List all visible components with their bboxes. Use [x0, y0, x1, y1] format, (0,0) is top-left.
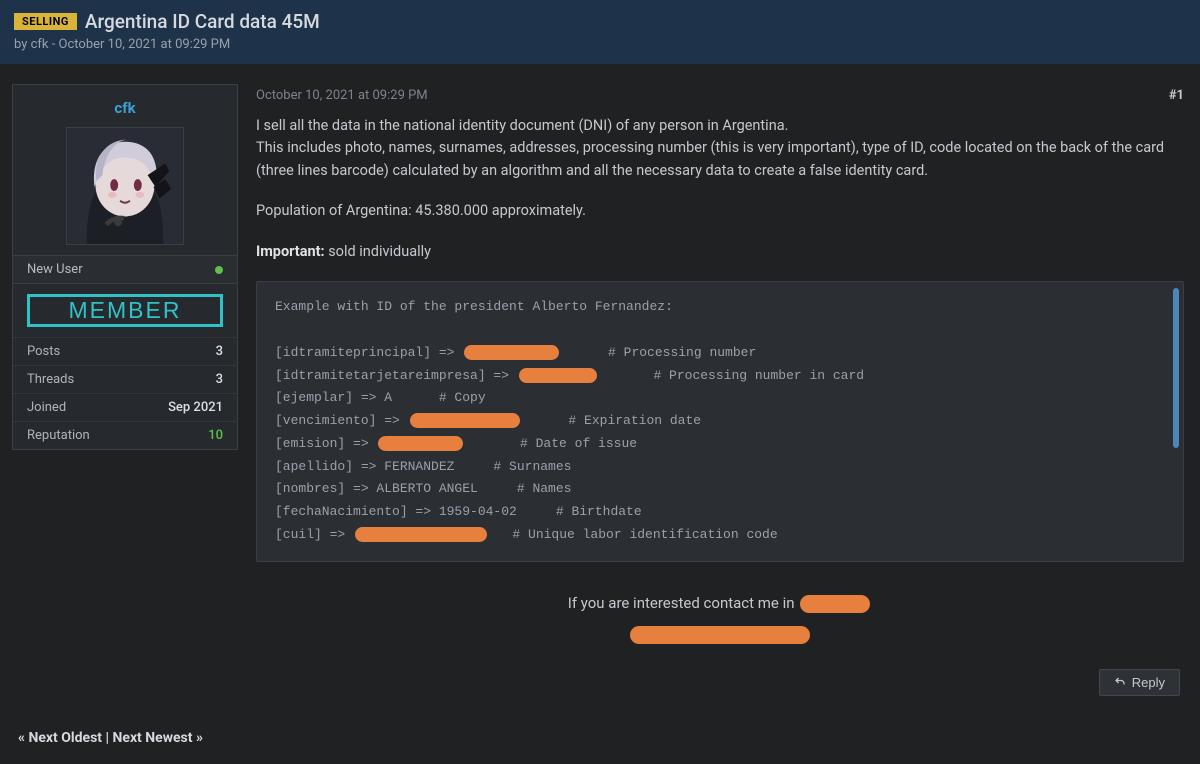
- stat-joined: Joined Sep 2021: [13, 393, 237, 421]
- user-card: cfk: [12, 84, 238, 450]
- redacted-value: [464, 345, 559, 360]
- stat-value: Sep 2021: [168, 400, 223, 415]
- raquo-icon: »: [193, 730, 203, 746]
- code-line: [fechaNacimiento] => 1959-04-02 # Birthd…: [275, 504, 642, 519]
- contact-line: If you are interested contact me in: [256, 588, 1184, 651]
- member-badge: MEMBER: [27, 294, 223, 327]
- code-comment: # Unique labor identification code: [489, 527, 778, 542]
- code-line: [cuil] =>: [275, 527, 353, 542]
- code-line: [nombres] => ALBERTO ANGEL # Names: [275, 481, 571, 496]
- post-line: This includes photo, names, surnames, ad…: [256, 139, 1164, 178]
- code-line: [idtramitetarjetareimpresa] =>: [275, 368, 517, 383]
- code-line: [apellido] => FERNANDEZ # Surnames: [275, 459, 571, 474]
- username-link[interactable]: cfk: [13, 85, 237, 127]
- thread-title: Argentina ID Card data 45M: [85, 10, 320, 33]
- next-oldest-link[interactable]: Next Oldest: [28, 730, 102, 746]
- stat-threads: Threads 3: [13, 365, 237, 393]
- contact-text: If you are interested contact me in: [568, 594, 799, 612]
- code-comment: # Expiration date: [522, 413, 701, 428]
- post-body: I sell all the data in the national iden…: [252, 115, 1188, 696]
- avatar[interactable]: [66, 127, 184, 245]
- reply-arrow-icon: [1114, 676, 1126, 688]
- post-timestamp: October 10, 2021 at 09:29 PM: [256, 88, 428, 103]
- stat-label: Posts: [27, 344, 60, 359]
- code-line: [idtramiteprincipal] =>: [275, 345, 462, 360]
- code-line: [ejemplar] => A # Copy: [275, 390, 486, 405]
- stat-value: 10: [208, 428, 223, 443]
- stat-value: 3: [216, 372, 223, 387]
- redacted-value: [630, 626, 810, 644]
- thread-header: SELLING Argentina ID Card data 45M by cf…: [0, 0, 1200, 64]
- code-comment: # Processing number in card: [599, 368, 864, 383]
- redacted-value: [519, 368, 597, 383]
- stat-label: Reputation: [27, 428, 90, 443]
- user-status-text: New User: [27, 262, 83, 277]
- important-label: Important:: [256, 243, 325, 260]
- stat-posts: Posts 3: [13, 337, 237, 365]
- post-number[interactable]: #1: [1169, 88, 1184, 103]
- reply-button[interactable]: Reply: [1099, 669, 1180, 696]
- stat-reputation: Reputation 10: [13, 421, 237, 449]
- redacted-value: [378, 436, 463, 451]
- scrollbar-thumb[interactable]: [1173, 288, 1179, 448]
- post-line: I sell all the data in the national iden…: [256, 117, 788, 134]
- redacted-value: [355, 527, 487, 542]
- stat-value: 3: [216, 344, 223, 359]
- code-example-block: Example with ID of the president Alberto…: [256, 281, 1184, 561]
- code-comment: # Date of issue: [465, 436, 637, 451]
- stat-label: Joined: [27, 400, 66, 415]
- redacted-value: [410, 413, 520, 428]
- important-text: sold individually: [325, 243, 431, 260]
- thread-nav-footer: « Next Oldest | Next Newest »: [0, 716, 1200, 764]
- code-intro: Example with ID of the president Alberto…: [275, 299, 673, 314]
- redacted-value: [800, 595, 870, 613]
- code-line: [emision] =>: [275, 436, 376, 451]
- thread-byline: by cfk - October 10, 2021 at 09:29 PM: [14, 37, 1186, 52]
- selling-tag: SELLING: [14, 13, 77, 30]
- nav-separator: |: [102, 730, 113, 746]
- laquo-icon: «: [18, 730, 28, 746]
- stat-label: Threads: [27, 372, 74, 387]
- post-line: Population of Argentina: 45.380.000 appr…: [256, 200, 1184, 222]
- reply-label: Reply: [1132, 675, 1165, 690]
- code-comment: # Processing number: [561, 345, 756, 360]
- next-newest-link[interactable]: Next Newest: [113, 730, 193, 746]
- code-line: [vencimiento] =>: [275, 413, 408, 428]
- online-indicator-icon: [215, 266, 223, 274]
